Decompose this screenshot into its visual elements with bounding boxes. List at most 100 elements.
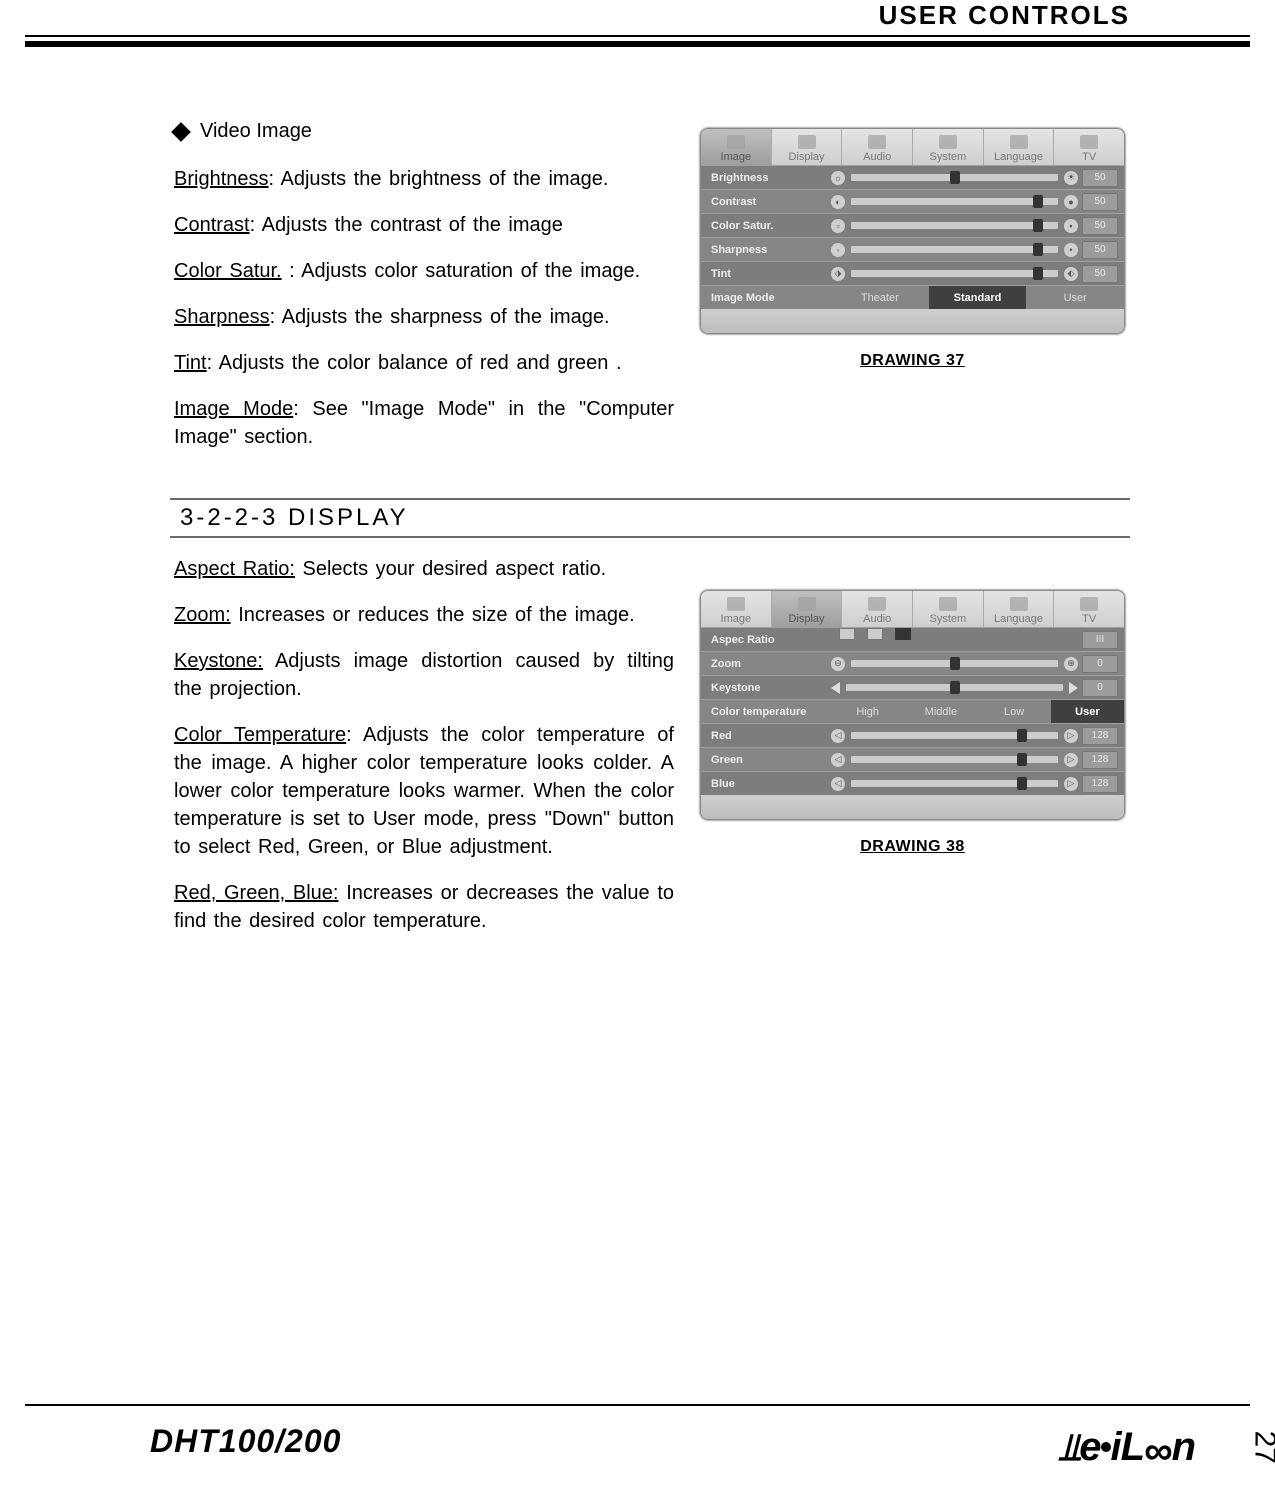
slider-contrast[interactable] xyxy=(851,198,1058,205)
osd-footer-37 xyxy=(701,309,1124,333)
tab-audio-label-38: Audio xyxy=(863,613,891,625)
definition-contrast: Contrast: Adjusts the contrast of the im… xyxy=(174,211,674,239)
tab-tv-label: TV xyxy=(1082,151,1096,163)
contrast-low-icon: ◐ xyxy=(831,195,845,209)
value-zoom: 0 xyxy=(1082,655,1118,673)
opt-user[interactable]: User xyxy=(1026,286,1124,309)
tab-audio-38[interactable]: Audio xyxy=(842,591,913,627)
contrast-high-icon: ● xyxy=(1064,195,1078,209)
opt-high[interactable]: High xyxy=(831,700,904,723)
sharp-high-icon: • xyxy=(1064,243,1078,257)
diamond-bullet-icon xyxy=(171,122,191,142)
tab-system-label-38: System xyxy=(930,613,967,625)
term-brightness: Brightness xyxy=(174,168,269,190)
opt-theater[interactable]: Theater xyxy=(831,286,929,309)
caption-drawing-37: DRAWING 37 xyxy=(700,352,1125,370)
opt-low[interactable]: Low xyxy=(978,700,1051,723)
label-blue: Blue xyxy=(701,778,831,790)
tab-image-38[interactable]: Image xyxy=(701,591,772,627)
slider-green[interactable] xyxy=(851,756,1058,763)
term-color-temperature: Color Temperature xyxy=(174,724,346,746)
slider-color-satur[interactable] xyxy=(851,222,1058,229)
sharp-low-icon: ◦ xyxy=(831,243,845,257)
tab-tv[interactable]: TV xyxy=(1054,129,1124,165)
tab-image-label: Image xyxy=(721,151,752,163)
label-image-mode: Image Mode xyxy=(701,292,831,304)
page-header-title: USER CONTROLS xyxy=(879,0,1130,31)
row-blue[interactable]: Blue ◁▷ 128 xyxy=(701,771,1124,795)
tint-high-icon: ⬖ xyxy=(1064,267,1078,281)
row-color-satur[interactable]: Color Satur. ▫▪ 50 xyxy=(701,213,1124,237)
plus-icon: ▷ xyxy=(1064,777,1078,791)
tab-tv-38[interactable]: TV xyxy=(1054,591,1124,627)
desc-color-satur: : Adjusts color saturation of the image. xyxy=(282,260,641,282)
osd-panel-38: Image Display Audio System Language TV A… xyxy=(700,590,1125,820)
value-tint: 50 xyxy=(1082,265,1118,283)
definition-tint: Tint: Adjusts the color balance of red a… xyxy=(174,349,674,377)
definition-color-satur: Color Satur. : Adjusts color saturation … xyxy=(174,257,674,285)
minus-icon: ◁ xyxy=(831,729,845,743)
row-green[interactable]: Green ◁▷ 128 xyxy=(701,747,1124,771)
zoom-out-icon: ⊖ xyxy=(831,657,845,671)
satur-low-icon: ▫ xyxy=(831,219,845,233)
tv-icon xyxy=(1080,135,1098,149)
row-color-temp[interactable]: Color temperature High Middle Low User xyxy=(701,699,1124,723)
osd-footer-38 xyxy=(701,795,1124,819)
tab-display-38[interactable]: Display xyxy=(772,591,843,627)
term-zoom: Zoom: xyxy=(174,604,231,626)
tab-language-label-38: Language xyxy=(994,613,1043,625)
tab-system-label: System xyxy=(930,151,967,163)
osd-panel-37: Image Display Audio System Language TV B… xyxy=(700,128,1125,334)
slider-zoom[interactable] xyxy=(851,660,1058,667)
row-zoom[interactable]: Zoom ⊖⊕ 0 xyxy=(701,651,1124,675)
tab-image[interactable]: Image xyxy=(701,129,772,165)
display-icon xyxy=(798,135,816,149)
row-keystone[interactable]: Keystone 0 xyxy=(701,675,1124,699)
row-sharpness[interactable]: Sharpness ◦• 50 xyxy=(701,237,1124,261)
label-aspect-ratio: Aspec Ratio xyxy=(701,634,831,646)
value-red: 128 xyxy=(1082,727,1118,745)
tab-display[interactable]: Display xyxy=(772,129,843,165)
row-aspect-ratio[interactable]: Aspec Ratio III xyxy=(701,627,1124,651)
image-icon xyxy=(727,135,745,149)
slider-keystone[interactable] xyxy=(846,684,1063,691)
video-image-heading-text: Video Image xyxy=(200,120,312,143)
tab-system-38[interactable]: System xyxy=(913,591,984,627)
aspect-opt-2-icon[interactable] xyxy=(867,628,883,640)
opt-user-ct[interactable]: User xyxy=(1051,700,1124,723)
definition-rgb: Red, Green, Blue: Increases or decreases… xyxy=(174,879,674,935)
row-brightness[interactable]: Brightness ☼☀ 50 xyxy=(701,165,1124,189)
row-image-mode[interactable]: Image Mode Theater Standard User xyxy=(701,285,1124,309)
label-keystone: Keystone xyxy=(701,682,831,694)
tab-language-38[interactable]: Language xyxy=(984,591,1055,627)
aspect-opt-1-icon[interactable] xyxy=(839,628,855,640)
opt-middle[interactable]: Middle xyxy=(904,700,977,723)
slider-red[interactable] xyxy=(851,732,1058,739)
desc-sharpness: : Adjusts the sharpness of the image. xyxy=(270,306,610,328)
opt-standard[interactable]: Standard xyxy=(929,286,1027,309)
tab-language[interactable]: Language xyxy=(984,129,1055,165)
definition-image-mode: Image Mode: See "Image Mode" in the "Com… xyxy=(174,395,674,451)
desc-contrast: : Adjusts the contrast of the image xyxy=(250,214,563,236)
row-contrast[interactable]: Contrast ◐● 50 xyxy=(701,189,1124,213)
desc-brightness: : Adjusts the brightness of the image. xyxy=(269,168,609,190)
slider-tint[interactable] xyxy=(851,270,1058,277)
slider-blue[interactable] xyxy=(851,780,1058,787)
slider-brightness[interactable] xyxy=(851,174,1058,181)
plus-icon: ▷ xyxy=(1064,729,1078,743)
value-brightness: 50 xyxy=(1082,169,1118,187)
footer-brand-logo: ⫫eiL∞n xyxy=(1059,1425,1195,1470)
term-aspect-ratio: Aspect Ratio: xyxy=(174,558,295,580)
row-red[interactable]: Red ◁▷ 128 xyxy=(701,723,1124,747)
slider-sharpness[interactable] xyxy=(851,246,1058,253)
term-contrast: Contrast xyxy=(174,214,250,236)
label-brightness: Brightness xyxy=(701,172,831,184)
label-tint: Tint xyxy=(701,268,831,280)
row-tint[interactable]: Tint ⬗⬖ 50 xyxy=(701,261,1124,285)
tab-audio[interactable]: Audio xyxy=(842,129,913,165)
aspect-opt-3-icon[interactable] xyxy=(895,628,911,640)
definition-keystone: Keystone: Adjusts image distortion cause… xyxy=(174,647,674,703)
tab-system[interactable]: System xyxy=(913,129,984,165)
image-icon xyxy=(727,597,745,611)
display-section: Aspect Ratio: Selects your desired aspec… xyxy=(174,555,674,953)
